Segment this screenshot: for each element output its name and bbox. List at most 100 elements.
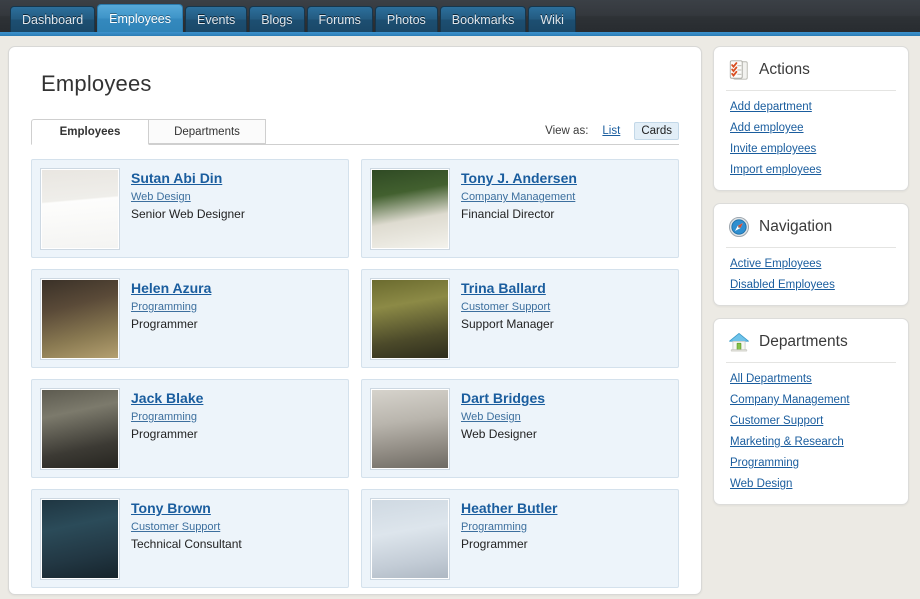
- employee-job-title: Senior Web Designer: [131, 207, 245, 221]
- sidebar-link-customer-support[interactable]: Customer Support: [730, 415, 823, 427]
- employee-info: Helen Azura Programming Programmer: [131, 278, 211, 359]
- employee-avatar[interactable]: [370, 388, 450, 470]
- sidebar-link-invite-employees[interactable]: Invite employees: [730, 143, 816, 155]
- employee-job-title: Programmer: [461, 537, 557, 551]
- employee-avatar[interactable]: [40, 278, 120, 360]
- content-tab-departments[interactable]: Departments: [148, 119, 266, 144]
- employee-card[interactable]: Jack Blake Programming Programmer: [31, 379, 349, 478]
- sidebar-link-all-departments[interactable]: All Departments: [730, 373, 812, 385]
- employee-job-title: Programmer: [131, 317, 211, 331]
- employee-avatar[interactable]: [40, 168, 120, 250]
- sidebar-panel-departments: Departments All Departments Company Manage…: [713, 318, 909, 505]
- employee-job-title: Support Manager: [461, 317, 554, 331]
- employee-name-link[interactable]: Sutan Abi Din: [131, 170, 245, 186]
- avatar-image: [372, 500, 448, 578]
- nav-tab-bookmarks[interactable]: Bookmarks: [440, 6, 527, 32]
- employee-job-title: Programmer: [131, 427, 203, 441]
- nav-tab-dashboard[interactable]: Dashboard: [10, 6, 95, 32]
- view-as-cards-button[interactable]: Cards: [634, 122, 679, 140]
- sidebar-link-active-employees[interactable]: Active Employees: [730, 258, 821, 270]
- house-icon: [728, 331, 750, 353]
- compass-icon: [728, 216, 750, 238]
- primary-navigation-bar: DashboardEmployeesEventsBlogsForumsPhoto…: [0, 0, 920, 36]
- employee-card[interactable]: Sutan Abi Din Web Design Senior Web Design…: [31, 159, 349, 258]
- avatar-image: [42, 390, 118, 468]
- employee-job-title: Financial Director: [461, 207, 577, 221]
- employee-name-link[interactable]: Jack Blake: [131, 390, 203, 406]
- avatar-image: [372, 170, 448, 248]
- sidebar-link-import-employees[interactable]: Import employees: [730, 164, 821, 176]
- nav-tab-blogs[interactable]: Blogs: [249, 6, 304, 32]
- employee-card[interactable]: Trina Ballard Customer Support Support Man…: [361, 269, 679, 368]
- employee-info: Trina Ballard Customer Support Support Man…: [461, 278, 554, 359]
- page-body: Employees EmployeesDepartments View as: …: [0, 36, 920, 595]
- employee-department-link[interactable]: Company Management: [461, 191, 577, 203]
- sidebar-link-add-employee[interactable]: Add employee: [730, 122, 804, 134]
- sidebar-link-add-department[interactable]: Add department: [730, 101, 812, 113]
- panel-link-list: Active Employees Disabled Employees: [726, 258, 896, 291]
- right-sidebar: Actions Add department Add employee Invite …: [713, 46, 909, 505]
- employee-department-link[interactable]: Web Design: [461, 411, 545, 423]
- employee-department-link[interactable]: Programming: [461, 521, 557, 533]
- employee-card[interactable]: Dart Bridges Web Design Web Designer: [361, 379, 679, 478]
- employee-name-link[interactable]: Tony Brown: [131, 500, 242, 516]
- sidebar-link-programming[interactable]: Programming: [730, 457, 799, 469]
- employee-name-link[interactable]: Trina Ballard: [461, 280, 554, 296]
- employee-card[interactable]: Tony BrownCustomer SupportTechnical Cons…: [31, 489, 349, 588]
- avatar-image: [372, 280, 448, 358]
- panel-header: Departments: [726, 329, 896, 363]
- employee-department-link[interactable]: Web Design: [131, 191, 245, 203]
- page-title: Employees: [41, 71, 679, 97]
- employee-department-link[interactable]: Customer Support: [461, 301, 554, 313]
- employee-avatar[interactable]: [370, 498, 450, 580]
- nav-tab-employees[interactable]: Employees: [97, 4, 183, 32]
- main-content-panel: Employees EmployeesDepartments View as: …: [8, 46, 702, 595]
- sidebar-panel-navigation: Navigation Active Employees Disabled Emplo…: [713, 203, 909, 306]
- sidebar-link-marketing-research[interactable]: Marketing & Research: [730, 436, 844, 448]
- panel-link-list: All Departments Company Management Custome…: [726, 373, 896, 490]
- sidebar-link-company-management[interactable]: Company Management: [730, 394, 850, 406]
- nav-tab-events[interactable]: Events: [185, 6, 247, 32]
- sidebar-link-disabled-employees[interactable]: Disabled Employees: [730, 279, 835, 291]
- employee-department-link[interactable]: Customer Support: [131, 521, 242, 533]
- employee-info: Tony BrownCustomer SupportTechnical Cons…: [131, 498, 242, 579]
- avatar-image: [42, 500, 118, 578]
- employee-info: Heather Butler Programming Programmer: [461, 498, 557, 579]
- employee-name-link[interactable]: Heather Butler: [461, 500, 557, 516]
- panel-title: Navigation: [759, 218, 832, 236]
- avatar-image: [42, 170, 118, 248]
- view-as-label: View as:: [545, 125, 588, 137]
- employee-name-link[interactable]: Helen Azura: [131, 280, 211, 296]
- employee-info: Tony J. Andersen Company Management Financ…: [461, 168, 577, 249]
- employee-card[interactable]: Helen Azura Programming Programmer: [31, 269, 349, 368]
- employee-info: Jack Blake Programming Programmer: [131, 388, 203, 469]
- checklist-icon: [728, 59, 750, 81]
- nav-tab-wiki[interactable]: Wiki: [528, 6, 576, 32]
- employee-name-link[interactable]: Tony J. Andersen: [461, 170, 577, 186]
- employee-avatar[interactable]: [40, 388, 120, 470]
- content-tab-employees[interactable]: Employees: [31, 119, 149, 145]
- nav-tab-photos[interactable]: Photos: [375, 6, 438, 32]
- employee-info: Sutan Abi Din Web Design Senior Web Design…: [131, 168, 245, 249]
- panel-title: Departments: [759, 333, 848, 351]
- employee-department-link[interactable]: Programming: [131, 301, 211, 313]
- employee-card-grid: Sutan Abi Din Web Design Senior Web Design…: [31, 159, 679, 588]
- employee-avatar[interactable]: [40, 498, 120, 580]
- sidebar-panel-actions: Actions Add department Add employee Invite …: [713, 46, 909, 191]
- employee-card[interactable]: Tony J. Andersen Company Management Financ…: [361, 159, 679, 258]
- panel-title: Actions: [759, 61, 810, 79]
- employee-avatar[interactable]: [370, 278, 450, 360]
- employee-department-link[interactable]: Programming: [131, 411, 203, 423]
- panel-header: Navigation: [726, 214, 896, 248]
- employee-name-link[interactable]: Dart Bridges: [461, 390, 545, 406]
- view-as-list-button[interactable]: List: [597, 122, 625, 140]
- employee-card[interactable]: Heather Butler Programming Programmer: [361, 489, 679, 588]
- sidebar-link-web-design[interactable]: Web Design: [730, 478, 792, 490]
- nav-tab-forums[interactable]: Forums: [307, 6, 373, 32]
- avatar-image: [42, 280, 118, 358]
- employee-info: Dart Bridges Web Design Web Designer: [461, 388, 545, 469]
- avatar-image: [372, 390, 448, 468]
- employee-job-title: Web Designer: [461, 427, 545, 441]
- employee-avatar[interactable]: [370, 168, 450, 250]
- view-as-switcher: View as: List Cards: [545, 122, 679, 144]
